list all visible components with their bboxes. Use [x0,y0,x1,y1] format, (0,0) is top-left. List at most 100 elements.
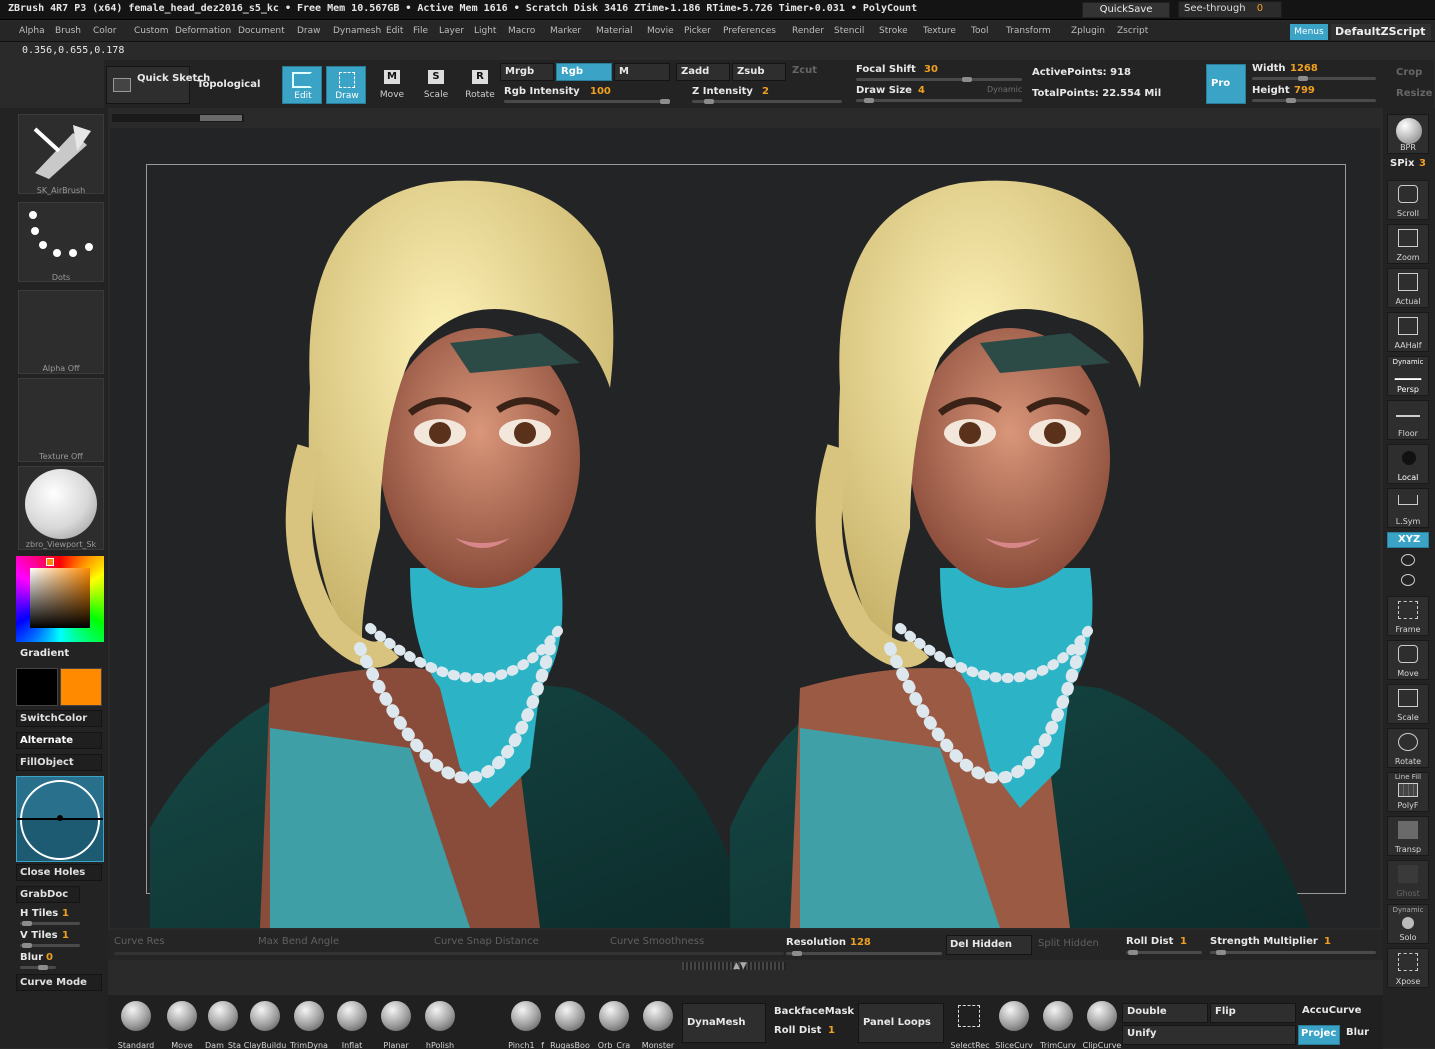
pro-button[interactable]: Pro [1206,64,1246,104]
scale-mode-button[interactable]: S Scale [416,66,456,104]
quick-sketch-button[interactable]: Quick Sketch [106,66,210,104]
accucurve-button[interactable]: AccuCurve [1298,1003,1382,1023]
unify-button[interactable]: Unify [1122,1025,1296,1045]
menu-stencil[interactable]: Stencil [834,26,864,36]
menu-draw[interactable]: Draw [297,26,321,36]
curve-snap-distance-slider[interactable]: Curve Snap Distance [434,936,539,947]
brush-planar[interactable]: Planar [374,1001,418,1049]
aahalf-button[interactable]: AAHalf [1387,312,1429,352]
canvas[interactable] [110,128,1380,928]
zoom-button[interactable]: Zoom [1387,224,1429,264]
menu-material[interactable]: Material [596,26,633,36]
switch-color-button[interactable]: SwitchColor [16,710,102,727]
curve-editor[interactable] [16,776,104,862]
topological-button[interactable]: Topological [197,79,260,90]
scroll-button[interactable]: Scroll [1387,180,1429,220]
menu-edit[interactable]: Edit [386,26,403,36]
roll-dist-slider[interactable]: Roll Dist 1 [1122,930,1206,956]
menu-zscript[interactable]: Zscript [1117,26,1148,36]
bpr-button[interactable]: BPR [1387,114,1429,154]
z-intensity-slider[interactable]: Z Intensity 2 [688,84,848,104]
move-view-button[interactable]: Move [1387,640,1429,680]
brush-pinch[interactable]: Pinch1 _f [504,1001,548,1049]
zsub-button[interactable]: Zsub [732,63,786,81]
slice-curve-button[interactable]: SliceCurv [992,1001,1036,1049]
xpose-button[interactable]: Xpose [1387,948,1429,988]
zadd-button[interactable]: Zadd [676,63,730,81]
menu-preferences[interactable]: Preferences [723,26,776,36]
ghost-button[interactable]: Ghost [1387,860,1429,900]
document-scroll-handle[interactable] [200,115,242,121]
curve-res-slider[interactable]: Curve Res [114,936,165,947]
resolution-slider[interactable]: Resolution 128 [784,930,948,956]
color-picker[interactable] [16,556,104,642]
blur-slider[interactable]: Blur 0 [16,952,104,972]
local-button[interactable]: Local [1387,444,1429,484]
doc-height-slider[interactable]: Height 799 [1250,84,1378,104]
close-holes-button[interactable]: Close Holes [16,864,102,881]
spix-slider[interactable]: SPix 3 [1387,158,1429,174]
menu-macro[interactable]: Macro [508,26,535,36]
mrgb-button[interactable]: Mrgb [500,63,554,81]
menu-transform[interactable]: Transform [1006,26,1051,36]
menu-light[interactable]: Light [474,26,496,36]
actual-button[interactable]: Actual [1387,268,1429,308]
fill-object-button[interactable]: FillObject [16,754,102,771]
panel-loops-button[interactable]: Panel Loops [858,1003,944,1043]
curve-smoothness-slider[interactable]: Curve Smoothness [610,936,704,947]
brush-inflate[interactable]: Inflat [330,1001,374,1049]
double-button[interactable]: Double [1122,1003,1208,1023]
brush-claybuildup[interactable]: ClayBuildu [242,1001,288,1049]
alpha-thumbnail[interactable]: Alpha Off [18,290,104,374]
grabdoc-button[interactable]: GrabDoc [16,886,80,903]
draw-size-slider[interactable]: Draw Size 4 Dynamic [852,84,1026,104]
primary-color-swatch[interactable] [16,668,58,706]
polyf-button[interactable]: Line Fill PolyF [1387,772,1429,812]
menu-zplugin[interactable]: Zplugin [1071,26,1105,36]
split-hidden-button[interactable]: Split Hidden [1038,938,1099,949]
stroke-thumbnail[interactable]: Dots [18,202,104,282]
persp-button[interactable]: Dynamic Persp [1387,356,1429,396]
menu-file[interactable]: File [413,26,428,36]
menu-dynamesh[interactable]: Dynamesh [333,26,381,36]
default-zscript-button[interactable]: DefaultZScript [1331,24,1431,40]
shelf-roll-dist-slider[interactable]: Roll Dist 1 [770,1023,860,1043]
curve-mode-button[interactable]: Curve Mode [16,974,102,991]
rotate-mode-button[interactable]: R Rotate [460,66,500,104]
trim-curve-button[interactable]: TrimCurv [1036,1001,1080,1049]
brush-hpolish[interactable]: hPolish [418,1001,462,1049]
flip-button[interactable]: Flip [1210,1003,1296,1023]
brush-monster[interactable]: Monster [636,1001,680,1049]
quicksave-button[interactable]: QuickSave [1082,2,1170,18]
transp-button[interactable]: Transp [1387,816,1429,856]
backface-mask-button[interactable]: BackfaceMask [770,1003,860,1023]
menu-texture[interactable]: Texture [923,26,956,36]
alternate-button[interactable]: Alternate [16,732,102,749]
scale-view-button[interactable]: Scale [1387,684,1429,724]
xyz-toggle[interactable]: XYZ [1387,532,1429,548]
h-tiles-slider[interactable]: H Tiles 1 [16,908,104,928]
menu-document[interactable]: Document [238,26,285,36]
edit-button[interactable]: Edit [282,66,322,104]
zcut-button[interactable]: Zcut [788,63,842,81]
brush-orb-cracks[interactable]: Orb_Cra [592,1001,636,1049]
dynamic-toggle[interactable]: Dynamic [987,85,1022,94]
see-through-slider[interactable]: See-through 0 [1178,1,1282,18]
menu-layer[interactable]: Layer [439,26,464,36]
m-button[interactable]: M [614,63,670,81]
rgb-button[interactable]: Rgb [556,63,612,81]
lsym-button[interactable]: L.Sym [1387,488,1429,528]
brush-thumbnail[interactable]: SK_AirBrush [18,114,104,195]
brush-standard[interactable]: Standard [112,1001,160,1049]
menu-render[interactable]: Render [792,26,824,36]
menu-stroke[interactable]: Stroke [879,26,908,36]
menu-color[interactable]: Color [93,26,117,36]
menus-toggle[interactable]: Menus [1290,24,1328,40]
menu-custom[interactable]: Custom [134,26,168,36]
shelf-blur-button[interactable]: Blur [1342,1025,1382,1045]
menu-picker[interactable]: Picker [684,26,711,36]
focal-shift-slider[interactable]: Focal Shift 30 [852,63,1026,83]
hue-marker[interactable] [46,558,54,566]
menu-deformation[interactable]: Deformation [175,26,231,36]
secondary-color-swatch[interactable] [60,668,102,706]
